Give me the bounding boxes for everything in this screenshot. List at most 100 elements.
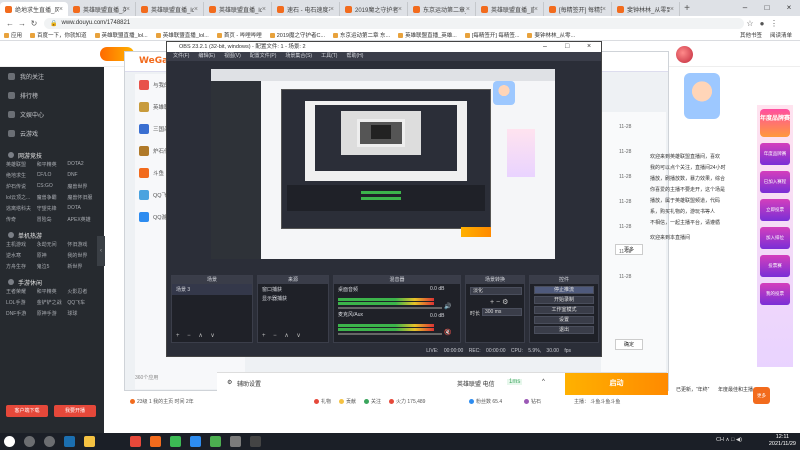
browser-tab[interactable]: 英雄联盟直播_lol直播× bbox=[136, 2, 204, 16]
obs-menu-item[interactable]: 配置文件(P) bbox=[250, 52, 277, 61]
browser-tab[interactable]: 绝地求生直播_风骚_斗鱼× bbox=[0, 2, 68, 16]
bookmark-item[interactable]: 英雄联盟直播_lol... bbox=[155, 31, 209, 39]
tab-close-icon[interactable]: × bbox=[398, 6, 402, 13]
news-item[interactable]: 年度最佳和主播 bbox=[718, 386, 753, 393]
category-link[interactable]: DNF手游 bbox=[6, 310, 37, 317]
stats-item[interactable]: 关注 bbox=[364, 398, 381, 405]
reload-icon[interactable]: ↻ bbox=[28, 19, 40, 28]
news-thumb[interactable]: 更多 bbox=[753, 387, 770, 404]
obs-menu-item[interactable]: 编辑(E) bbox=[198, 52, 215, 61]
obs-preview[interactable] bbox=[211, 69, 555, 259]
category-link[interactable]: 永劫无间 bbox=[37, 241, 68, 248]
event-item[interactable]: 已加入赛程 bbox=[760, 171, 790, 193]
event-item[interactable]: 立即投票 bbox=[760, 199, 790, 221]
bookmark-item[interactable]: 首页 - 哔哩哔哩 bbox=[216, 31, 262, 39]
sidebar-nav-item[interactable]: 我的关注 bbox=[0, 67, 104, 86]
url-input[interactable]: 🔒 www.douyu.com/1748821 bbox=[44, 17, 744, 29]
category-link[interactable]: DOTA bbox=[67, 205, 98, 212]
obs-menu-item[interactable]: 场景集合(S) bbox=[285, 52, 312, 61]
mic-muted-icon[interactable]: 🔇 bbox=[444, 329, 451, 336]
maximize-button[interactable]: □ bbox=[756, 0, 778, 16]
category-link[interactable]: 守望先锋 bbox=[37, 205, 68, 212]
event-item[interactable]: 我的投票 bbox=[760, 283, 790, 305]
category-link[interactable]: 英雄联盟 bbox=[6, 161, 37, 168]
bookmark-item[interactable]: 东京运动第二章 东... bbox=[333, 31, 390, 39]
launch-button[interactable]: 启动 bbox=[565, 373, 668, 395]
category-link[interactable]: 和平精英 bbox=[37, 288, 68, 295]
obs-icon[interactable] bbox=[250, 436, 261, 447]
duration-input[interactable]: 300 ms bbox=[482, 308, 522, 316]
bookmark-item[interactable]: 英雄联盟直播_英雄... bbox=[398, 31, 457, 39]
confirm-button[interactable]: 确定 bbox=[615, 339, 643, 350]
category-link[interactable]: 逆水寒 bbox=[6, 252, 37, 259]
source-item[interactable]: 显示器捕获 bbox=[258, 295, 328, 304]
scene-item[interactable]: 场景 3 bbox=[172, 284, 252, 295]
settings-button[interactable]: 设置 bbox=[534, 316, 594, 324]
task-view-icon[interactable] bbox=[44, 436, 55, 447]
go-live-button[interactable]: 我要开播 bbox=[54, 405, 96, 417]
speaker-icon[interactable]: 🔊 bbox=[444, 303, 451, 310]
news-item[interactable]: 已更新，“年终” bbox=[676, 386, 709, 393]
category-link[interactable]: CS:GO bbox=[37, 183, 68, 190]
menu-icon[interactable]: ⋮ bbox=[768, 19, 780, 28]
tab-close-icon[interactable]: × bbox=[670, 6, 674, 13]
transition-toolbar[interactable]: + − ⚙ bbox=[490, 298, 508, 306]
star-icon[interactable]: ☆ bbox=[744, 19, 756, 28]
stats-item[interactable]: 粉丝数 65.4 bbox=[469, 398, 502, 405]
source-item[interactable]: 窗口捕获 bbox=[258, 284, 328, 295]
wechat-icon[interactable] bbox=[210, 436, 221, 447]
category-link[interactable]: 原神 bbox=[37, 252, 68, 259]
download-client-button[interactable]: 客户端下载 bbox=[6, 405, 48, 417]
start-icon[interactable] bbox=[4, 436, 15, 447]
search-icon[interactable] bbox=[24, 436, 35, 447]
category-link[interactable]: QQ飞车 bbox=[67, 299, 98, 306]
category-link[interactable]: 绝地求生 bbox=[6, 172, 37, 179]
tab-close-icon[interactable]: × bbox=[466, 6, 470, 13]
stats-item[interactable]: 23级 1 我的主页 时间 2年 bbox=[130, 398, 194, 405]
category-link[interactable]: 新世界 bbox=[67, 263, 98, 270]
category-link[interactable]: lol云顶之... bbox=[6, 194, 37, 201]
edge-icon[interactable] bbox=[190, 436, 201, 447]
bookmark-item[interactable]: 斐钟林林_从零... bbox=[527, 31, 575, 39]
app-g-icon[interactable] bbox=[150, 436, 161, 447]
tab-close-icon[interactable]: × bbox=[126, 6, 130, 13]
close-button[interactable]: × bbox=[778, 0, 800, 16]
sidebar-nav-item[interactable]: 排行榜 bbox=[0, 86, 104, 105]
category-link[interactable]: 原神手游 bbox=[37, 310, 68, 317]
bookmark-item[interactable]: 应用 bbox=[4, 31, 22, 39]
steam-icon[interactable] bbox=[64, 436, 75, 447]
category-link[interactable]: 怀旧游戏 bbox=[67, 241, 98, 248]
clock[interactable]: 12:11 2021/11/29 bbox=[769, 434, 796, 448]
browser-tab[interactable]: [每精签开] 每精签开× bbox=[544, 2, 612, 16]
category-link[interactable]: APEX英雄 bbox=[67, 216, 98, 223]
category-link[interactable]: 主机游戏 bbox=[6, 241, 37, 248]
category-link[interactable]: 火影忍者 bbox=[67, 288, 98, 295]
sidebar-nav-item[interactable]: 文娱中心 bbox=[0, 105, 104, 124]
category-link[interactable]: 金铲铲之战 bbox=[37, 299, 68, 306]
category-link[interactable]: DNF bbox=[67, 172, 98, 179]
category-link[interactable]: 球球 bbox=[67, 310, 98, 317]
qq-icon[interactable] bbox=[230, 436, 241, 447]
event-item[interactable]: 投票赛 bbox=[760, 255, 790, 277]
category-link[interactable]: 魔兽争霸 bbox=[37, 194, 68, 201]
expand-icon[interactable]: ^ bbox=[542, 379, 545, 385]
sidebar-collapse-button[interactable]: ‹ bbox=[97, 236, 105, 266]
category-link[interactable]: CF/LO bbox=[37, 172, 68, 179]
category-link[interactable]: 方舟生存 bbox=[6, 263, 37, 270]
category-link[interactable]: 魔兽世界 bbox=[67, 183, 98, 190]
obs-menu-item[interactable]: 帮助(H) bbox=[346, 52, 363, 61]
tab-close-icon[interactable]: × bbox=[262, 6, 266, 13]
event-item[interactable]: 加入排位 bbox=[760, 227, 790, 249]
chrome-icon[interactable] bbox=[170, 436, 181, 447]
bookmark-item[interactable]: [每精签开] 每精签... bbox=[464, 31, 519, 39]
tab-close-icon[interactable]: × bbox=[194, 6, 198, 13]
category-link[interactable]: 冒险岛 bbox=[37, 216, 68, 223]
bookmark-item[interactable]: 百度一下，你就知道 bbox=[30, 31, 87, 39]
obs-maximize-button[interactable]: □ bbox=[565, 42, 569, 52]
transition-select[interactable]: 淡化 bbox=[470, 287, 522, 295]
category-link[interactable]: 魔兽怀旧服 bbox=[67, 194, 98, 201]
back-icon[interactable]: ← bbox=[4, 19, 16, 28]
browser-tab[interactable]: 英雄联盟直播_lol直播× bbox=[204, 2, 272, 16]
category-link[interactable]: 传奇 bbox=[6, 216, 37, 223]
exit-button[interactable]: 退出 bbox=[534, 326, 594, 334]
